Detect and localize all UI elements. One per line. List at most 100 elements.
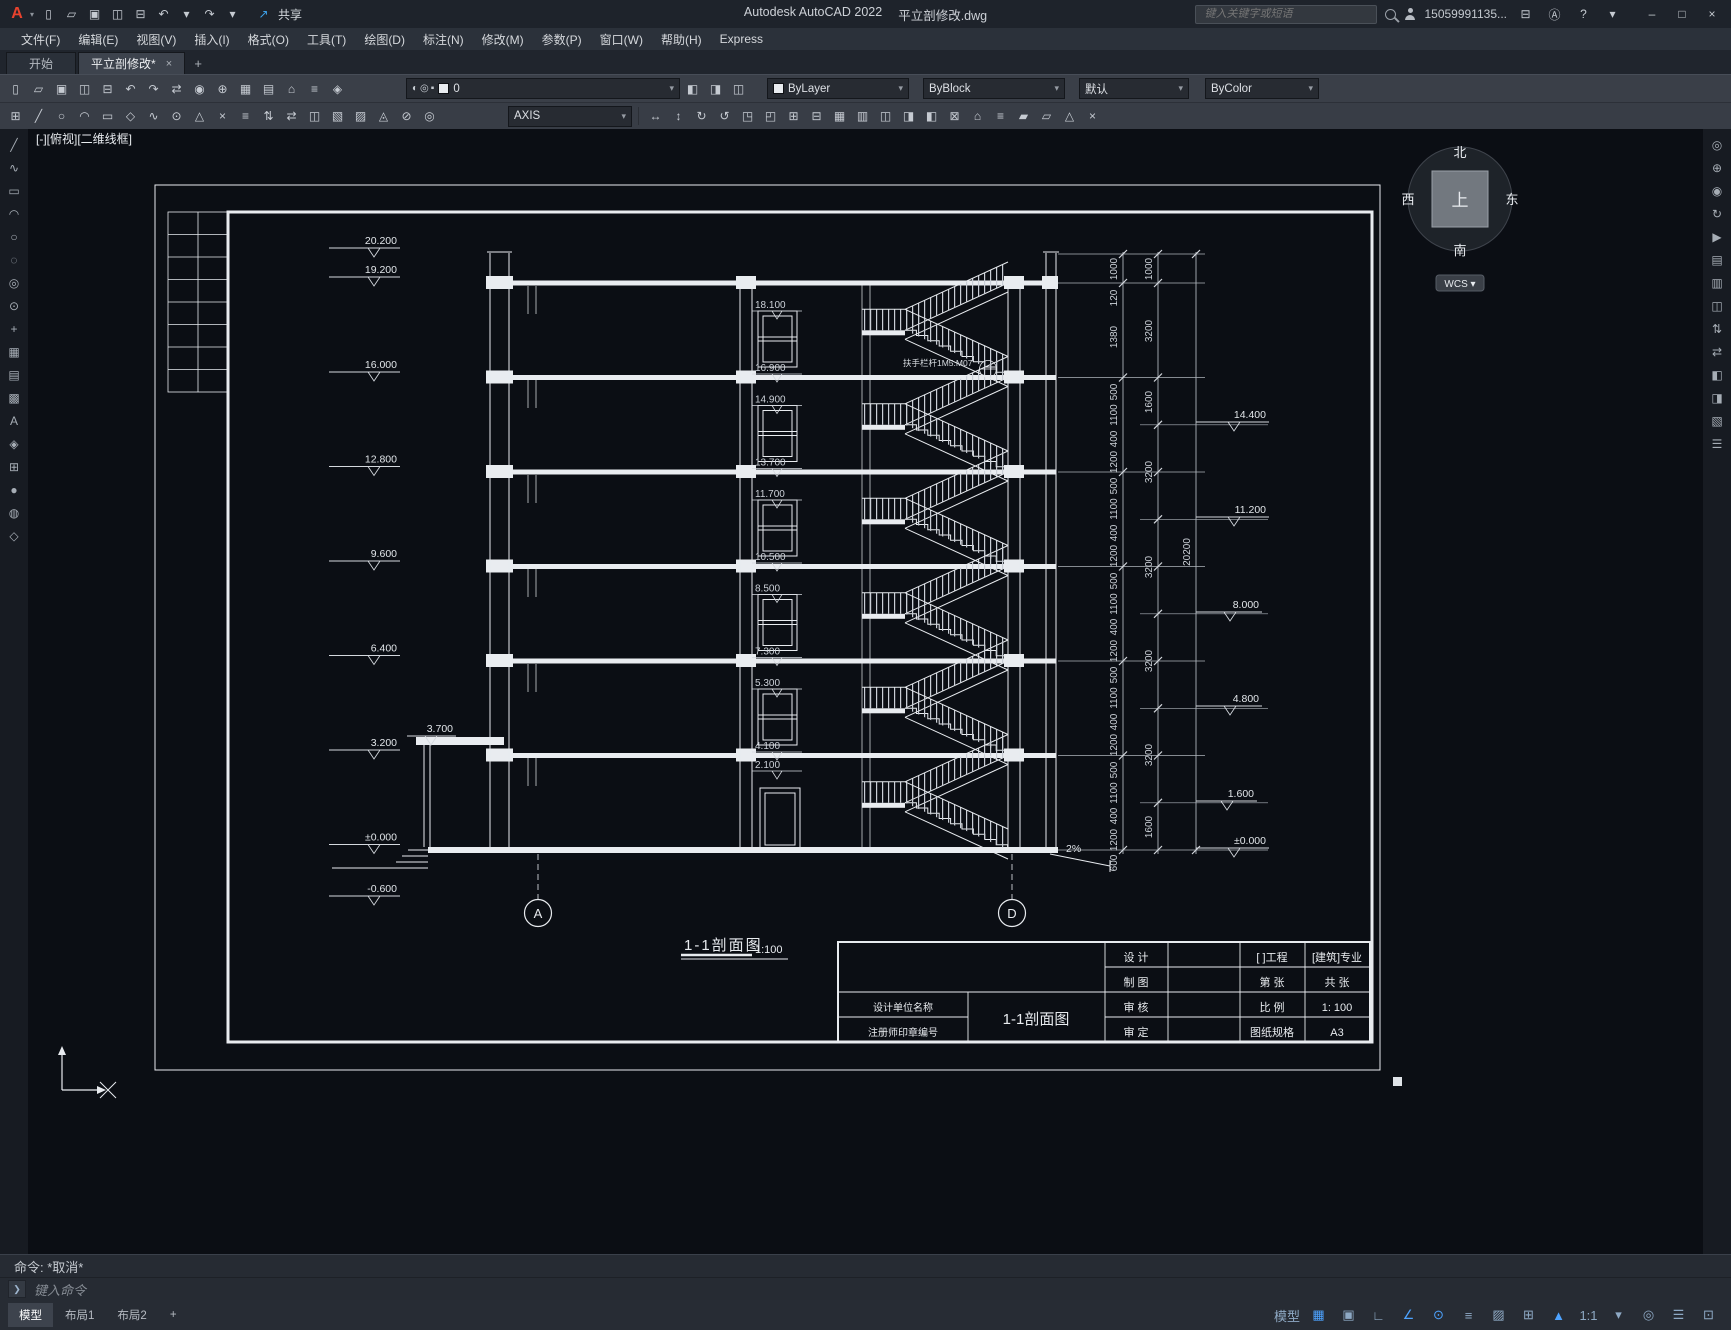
open-icon[interactable]: ▱ [28, 79, 49, 99]
match-properties-icon[interactable]: ⇄ [166, 79, 187, 99]
spline-icon[interactable]: ∿ [143, 106, 164, 126]
polygon-icon[interactable]: ◇ [120, 106, 141, 126]
lineweight-display-icon[interactable]: ≡ [1454, 1304, 1483, 1326]
scale-caret-icon[interactable]: ▾ [1604, 1304, 1633, 1326]
hatch-left-icon[interactable]: ▧ [327, 106, 348, 126]
pan-tool-icon[interactable]: ⊕ [1706, 157, 1728, 178]
wireframe-icon[interactable]: ▱ [1036, 106, 1057, 126]
ortho-mode-icon[interactable]: ∟ [1364, 1304, 1393, 1326]
layer-lock-icon[interactable]: ▪ [431, 83, 435, 94]
menu-item[interactable]: 窗口(W) [591, 31, 652, 48]
autodesk-app-icon[interactable]: Ⓐ [1544, 4, 1565, 24]
layer-properties-icon[interactable]: ▤ [258, 79, 279, 99]
new-icon[interactable]: ▯ [5, 79, 26, 99]
arc-tool-icon[interactable]: ◠ [3, 203, 25, 224]
share-button[interactable]: ↗ 共享 [253, 4, 302, 24]
ellipse-icon[interactable]: ◎ [419, 106, 440, 126]
customize-icon[interactable]: ☰ [1664, 1304, 1693, 1326]
layer-prev-icon[interactable]: ◨ [705, 79, 726, 99]
block-icon[interactable]: ◈ [327, 79, 348, 99]
object-snap-icon[interactable]: ⊙ [1424, 1304, 1453, 1326]
viewport-controls-label[interactable]: [-][俯视][二维线框] [36, 131, 132, 146]
block-tool-icon[interactable]: ◈ [3, 433, 25, 454]
layer-freeze-icon[interactable]: ◎ [420, 83, 429, 94]
layer-on-icon[interactable]: ◐ [412, 83, 418, 94]
menu-item[interactable]: 绘图(D) [355, 31, 414, 48]
orbit-tool-icon[interactable]: ↻ [1706, 203, 1728, 224]
move-vertical-icon[interactable]: ⇅ [258, 106, 279, 126]
selection-cycling-icon[interactable]: ⊞ [1514, 1304, 1543, 1326]
home-icon[interactable]: ⌂ [281, 79, 302, 99]
save-icon[interactable]: ▣ [51, 79, 72, 99]
minimize-button[interactable]: – [1637, 1, 1667, 27]
mirror-icon[interactable]: ◰ [760, 106, 781, 126]
zoom-icon[interactable]: ◉ [189, 79, 210, 99]
new-tab-button[interactable]: + [187, 53, 209, 74]
search-input[interactable] [1202, 7, 1371, 21]
sheet-set-icon[interactable]: ◫ [1706, 295, 1728, 316]
circle-icon[interactable]: ○ [51, 106, 72, 126]
qat-open-icon[interactable]: ▱ [61, 4, 82, 24]
circle-tool-icon[interactable]: ○ [3, 226, 25, 247]
rows-icon[interactable]: ▥ [852, 106, 873, 126]
style-dropdown[interactable]: AXIS ▾ [508, 105, 632, 127]
close-button[interactable]: × [1697, 1, 1727, 27]
showmotion-icon[interactable]: ▶ [1706, 226, 1728, 247]
point-tool-icon[interactable]: + [3, 318, 25, 339]
layer-panel-icon[interactable]: ▤ [1706, 249, 1728, 270]
rotate-icon[interactable]: ↻ [691, 106, 712, 126]
measure-icon[interactable]: △ [1059, 106, 1080, 126]
arc-icon[interactable]: ◠ [74, 106, 95, 126]
hatch-tool-icon[interactable]: ▦ [3, 341, 25, 362]
linetype-dropdown[interactable]: ByBlock ▾ [923, 78, 1065, 99]
wcs-dropdown[interactable]: WCS ▾ [1435, 274, 1485, 292]
hatch-right-icon[interactable]: ▨ [350, 106, 371, 126]
triangle-icon[interactable]: △ [189, 106, 210, 126]
table-tool-icon[interactable]: ▩ [3, 387, 25, 408]
tab-document[interactable]: 平立剖修改* × [78, 52, 186, 74]
qat-undo-icon[interactable]: ↶ [153, 4, 174, 24]
solid-icon[interactable]: ▰ [1013, 106, 1034, 126]
tab-close-icon[interactable]: × [166, 58, 172, 70]
table-icon[interactable]: ▦ [829, 106, 850, 126]
visual-style-icon[interactable]: ▧ [1706, 410, 1728, 431]
properties-panel-icon[interactable]: ▥ [1706, 272, 1728, 293]
search-icon[interactable] [1385, 8, 1397, 20]
extend-icon[interactable]: ↕ [668, 106, 689, 126]
wipeout-tool-icon[interactable]: ◍ [3, 502, 25, 523]
menu-item[interactable]: 文件(F) [12, 31, 69, 48]
workspace-switch-icon[interactable]: ◎ [1634, 1304, 1663, 1326]
grid-icon[interactable]: ⊞ [783, 106, 804, 126]
gradient-tool-icon[interactable]: ▤ [3, 364, 25, 385]
donut-icon[interactable]: ⊙ [166, 106, 187, 126]
hatch-icon[interactable]: ▦ [235, 79, 256, 99]
list-icon[interactable]: ≡ [990, 106, 1011, 126]
delete-icon[interactable]: × [1082, 106, 1103, 126]
layer-state-icon[interactable]: ◧ [682, 79, 703, 99]
chevron-down-icon[interactable]: ▾ [1178, 83, 1183, 94]
polyline-tool-icon[interactable]: ∿ [3, 157, 25, 178]
transparency-icon[interactable]: ▨ [1484, 1304, 1513, 1326]
zoom-tool-icon[interactable]: ◉ [1706, 180, 1728, 201]
scroll-vertical-icon[interactable]: ⇅ [1706, 318, 1728, 339]
properties-icon[interactable]: ≡ [304, 79, 325, 99]
menu-item[interactable]: 参数(P) [533, 31, 591, 48]
scroll-horizontal-icon[interactable]: ⇄ [1706, 341, 1728, 362]
qat-redo-caret-icon[interactable]: ▾ [222, 4, 243, 24]
columns-icon[interactable]: ◫ [875, 106, 896, 126]
viewcube[interactable]: 上 北 南 西 东 [1401, 145, 1518, 258]
chevron-down-icon[interactable]: ▾ [1054, 83, 1059, 94]
view-right-icon[interactable]: ◨ [1706, 387, 1728, 408]
menu-item[interactable]: 修改(M) [473, 31, 533, 48]
menu-item[interactable]: Express [711, 32, 772, 46]
trim-icon[interactable]: ⊘ [396, 106, 417, 126]
menu-item[interactable]: 工具(T) [298, 31, 355, 48]
account-icon[interactable] [1404, 8, 1416, 20]
cart-icon[interactable]: ⊟ [1515, 4, 1536, 24]
polygon-tool-icon[interactable]: ◇ [3, 525, 25, 546]
command-input-row[interactable]: ❯ 键入命令 [0, 1278, 1731, 1300]
rotate-ccw-icon[interactable]: ↺ [714, 106, 735, 126]
qat-undo-caret-icon[interactable]: ▾ [176, 4, 197, 24]
snap-mode-icon[interactable]: ▣ [1334, 1304, 1363, 1326]
command-input-placeholder[interactable]: 键入命令 [34, 1280, 86, 1299]
